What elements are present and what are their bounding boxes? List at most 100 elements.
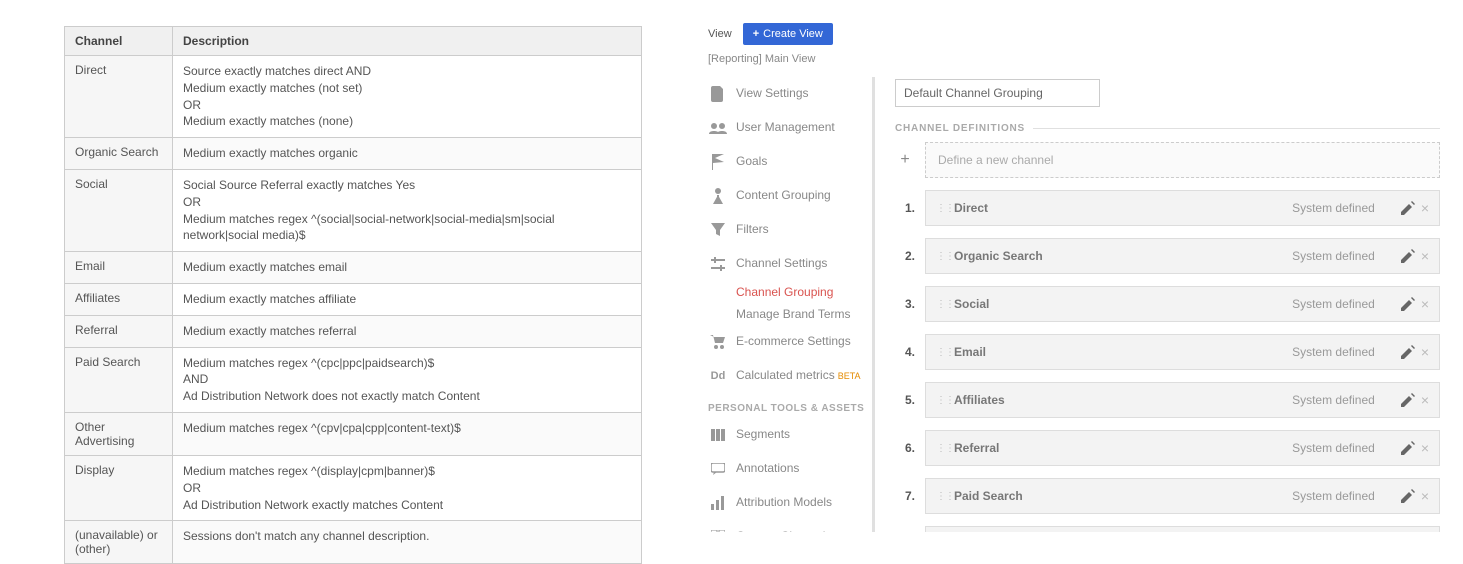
channel-number: 7.	[895, 489, 915, 503]
channel-status: System defined	[1292, 297, 1375, 311]
segments-icon	[708, 427, 728, 443]
nav-item-segments[interactable]: Segments	[708, 418, 872, 452]
nav-label: Custom Channel GroupingBETA	[736, 529, 868, 532]
define-new-channel-button[interactable]: Define a new channel	[925, 142, 1440, 178]
close-icon[interactable]: ×	[1421, 296, 1429, 312]
nav-label: Content Grouping	[736, 188, 831, 204]
drag-handle-icon[interactable]: ⋮⋮	[936, 203, 946, 214]
nav-subitem-manage-brand-terms[interactable]: Manage Brand Terms	[736, 303, 872, 325]
close-icon[interactable]: ×	[1421, 440, 1429, 456]
nav-item-filters[interactable]: Filters	[708, 213, 872, 247]
close-icon[interactable]: ×	[1421, 200, 1429, 216]
nav-item-user-management[interactable]: User Management	[708, 111, 872, 145]
pencil-icon[interactable]	[1401, 441, 1415, 455]
drag-handle-icon[interactable]: ⋮⋮	[936, 443, 946, 454]
channel-box[interactable]: ⋮⋮AffiliatesSystem defined×	[925, 382, 1440, 418]
pencil-icon[interactable]	[1401, 393, 1415, 407]
description-cell: Medium exactly matches email	[173, 252, 642, 284]
channel-cell: Other Advertising	[65, 412, 173, 455]
close-icon[interactable]: ×	[1421, 344, 1429, 360]
section-title: CHANNEL DEFINITIONS	[895, 123, 1025, 134]
channel-name: Social	[954, 297, 1292, 311]
pencil-icon[interactable]	[1401, 297, 1415, 311]
sliders-icon	[708, 256, 728, 272]
drag-handle-icon[interactable]: ⋮⋮	[936, 299, 946, 310]
channel-box[interactable]: ⋮⋮Other AdvertisingSystem defined×	[925, 526, 1440, 532]
channel-cell: Affiliates	[65, 283, 173, 315]
grid-icon	[708, 529, 728, 532]
channel-number: 2.	[895, 249, 915, 263]
nav-item-calculated-metrics[interactable]: DdCalculated metricsBETA	[708, 359, 872, 393]
nav-label: Calculated metricsBETA	[736, 368, 861, 384]
nav-label: E-commerce Settings	[736, 334, 851, 350]
channel-name: Organic Search	[954, 249, 1292, 263]
table-row: Organic SearchMedium exactly matches org…	[65, 138, 642, 170]
description-cell: Medium matches regex ^(cpc|ppc|paidsearc…	[173, 347, 642, 412]
nav-subitem-channel-grouping[interactable]: Channel Grouping	[736, 281, 872, 303]
grouping-name-input[interactable]: Default Channel Grouping	[895, 79, 1100, 107]
table-header-description: Description	[173, 27, 642, 56]
table-row: DirectSource exactly matches direct ANDM…	[65, 56, 642, 138]
close-icon[interactable]: ×	[1421, 488, 1429, 504]
pencil-icon[interactable]	[1401, 249, 1415, 263]
nav-item-e-commerce-settings[interactable]: E-commerce Settings	[708, 325, 872, 359]
users-icon	[708, 120, 728, 136]
channel-status: System defined	[1292, 249, 1375, 263]
table-row: EmailMedium exactly matches email	[65, 252, 642, 284]
channel-name: Referral	[954, 441, 1292, 455]
description-cell: Medium matches regex ^(display|cpm|banne…	[173, 455, 642, 520]
pencil-icon[interactable]	[1401, 201, 1415, 215]
person-icon	[708, 188, 728, 204]
view-nav: View Settings User Management Goals Content…	[700, 77, 875, 532]
description-cell: Medium exactly matches affiliate	[173, 283, 642, 315]
table-row: Other AdvertisingMedium matches regex ^(…	[65, 412, 642, 455]
channel-cell: Direct	[65, 56, 173, 138]
close-icon[interactable]: ×	[1421, 248, 1429, 264]
nav-item-custom-channel-grouping[interactable]: Custom Channel GroupingBETA	[708, 520, 872, 532]
create-view-button[interactable]: +Create View	[743, 23, 833, 45]
channel-box[interactable]: ⋮⋮ SocialSystem defined ×	[925, 286, 1440, 322]
channel-row: 7.⋮⋮Paid SearchSystem defined×	[895, 478, 1440, 514]
pencil-icon[interactable]	[1401, 489, 1415, 503]
channel-box[interactable]: ⋮⋮DirectSystem defined×	[925, 190, 1440, 226]
table-row: Paid SearchMedium matches regex ^(cpc|pp…	[65, 347, 642, 412]
channel-box[interactable]: ⋮⋮ Organic SearchSystem defined ×	[925, 238, 1440, 274]
table-header-channel: Channel	[65, 27, 173, 56]
channel-cell: Organic Search	[65, 138, 173, 170]
channel-number: 1.	[895, 201, 915, 215]
beta-badge: BETA	[838, 371, 861, 381]
nav-label: Goals	[736, 154, 767, 170]
channel-cell: (unavailable) or (other)	[65, 521, 173, 564]
channel-status: System defined	[1292, 489, 1375, 503]
channel-row: 6.⋮⋮ReferralSystem defined×	[895, 430, 1440, 466]
channel-box[interactable]: ⋮⋮ReferralSystem defined×	[925, 430, 1440, 466]
view-label: View	[708, 22, 732, 40]
nav-section-header: PERSONAL TOOLS & ASSETS	[708, 403, 872, 414]
nav-label: Attribution Models	[736, 495, 832, 511]
channel-box[interactable]: ⋮⋮EmailSystem defined×	[925, 334, 1440, 370]
channel-box[interactable]: ⋮⋮Paid SearchSystem defined×	[925, 478, 1440, 514]
breadcrumb: [Reporting] Main View	[708, 53, 1440, 65]
channel-number: 6.	[895, 441, 915, 455]
description-cell: Source exactly matches direct ANDMedium …	[173, 56, 642, 138]
close-icon[interactable]: ×	[1421, 392, 1429, 408]
nav-item-attribution-models[interactable]: Attribution Models	[708, 486, 872, 520]
nav-label: View Settings	[736, 86, 809, 102]
nav-item-content-grouping[interactable]: Content Grouping	[708, 179, 872, 213]
channel-row: 1.⋮⋮DirectSystem defined×	[895, 190, 1440, 226]
channel-status: System defined	[1292, 393, 1375, 407]
nav-item-annotations[interactable]: Annotations	[708, 452, 872, 486]
channel-row: 3.⋮⋮SocialSystem defined×	[895, 286, 1440, 322]
nav-item-view-settings[interactable]: View Settings	[708, 77, 872, 111]
drag-handle-icon[interactable]: ⋮⋮	[936, 395, 946, 406]
nav-item-channel-settings[interactable]: Channel Settings	[708, 247, 872, 281]
channel-row: 8.⋮⋮Other AdvertisingSystem defined×	[895, 526, 1440, 532]
drag-handle-icon[interactable]: ⋮⋮	[936, 251, 946, 262]
channel-name: Direct	[954, 201, 1292, 215]
nav-item-goals[interactable]: Goals	[708, 145, 872, 179]
drag-handle-icon[interactable]: ⋮⋮	[936, 347, 946, 358]
add-channel-plus-icon[interactable]: +	[895, 151, 915, 169]
pencil-icon[interactable]	[1401, 345, 1415, 359]
divider	[1033, 128, 1440, 129]
drag-handle-icon[interactable]: ⋮⋮	[936, 491, 946, 502]
